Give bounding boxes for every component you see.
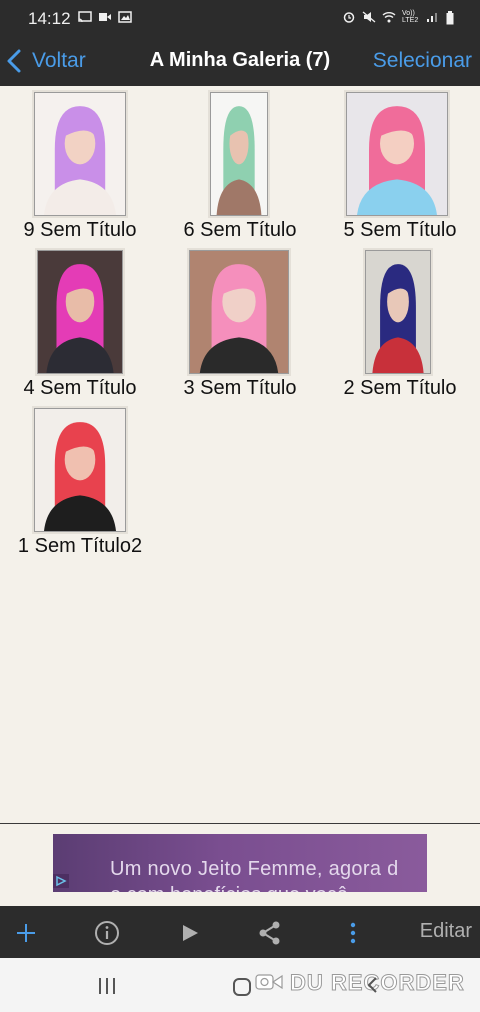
portrait-image xyxy=(35,93,125,215)
ad-banner[interactable]: Um novo Jeito Femme, agora d e com benef… xyxy=(53,834,427,892)
gallery-thumbnail[interactable] xyxy=(346,92,448,216)
portrait-image xyxy=(190,251,288,373)
share-icon xyxy=(259,921,280,945)
add-icon xyxy=(17,924,35,942)
gallery-grid: 9 Sem Título 6 Sem Título 5 Sem Título 4… xyxy=(0,86,480,823)
back-button-label: Voltar xyxy=(32,49,86,72)
signal-icon xyxy=(426,11,440,23)
gallery-thumbnail[interactable] xyxy=(365,250,431,374)
status-time: 14:12 xyxy=(28,9,71,28)
gallery-item[interactable]: 6 Sem Título xyxy=(160,86,320,244)
recent-apps-button[interactable] xyxy=(97,977,117,1000)
back-nav-button[interactable] xyxy=(363,975,383,1000)
battery-icon xyxy=(446,11,454,25)
gallery-item-title: 1 Sem Título2 xyxy=(17,535,143,557)
mute-icon xyxy=(362,11,376,23)
edit-button[interactable]: Editar xyxy=(420,920,472,943)
gallery-item-title: 2 Sem Título xyxy=(343,377,457,399)
info-icon xyxy=(95,921,119,945)
back-button[interactable]: Voltar xyxy=(4,46,86,76)
chevron-left-icon xyxy=(7,49,21,73)
divider xyxy=(0,823,480,824)
video-camera-icon xyxy=(255,974,283,990)
gallery-item-title: 5 Sem Título xyxy=(343,219,457,241)
more-vertical-icon xyxy=(350,922,356,944)
ad-text: Um novo Jeito Femme, agora d xyxy=(110,858,399,880)
gallery-item[interactable]: 5 Sem Título xyxy=(320,86,480,244)
gallery-thumbnail[interactable] xyxy=(37,250,123,374)
gallery-thumbnail[interactable] xyxy=(210,92,268,216)
portrait-image xyxy=(347,93,447,215)
play-icon xyxy=(183,925,198,941)
ad-choices-icon[interactable] xyxy=(53,874,69,888)
gallery-item[interactable]: 4 Sem Título xyxy=(0,244,160,402)
portrait-image xyxy=(38,251,122,373)
recent-apps-icon xyxy=(99,978,115,994)
gallery-item[interactable]: 1 Sem Título2 xyxy=(0,402,160,560)
video-camera-icon xyxy=(98,11,112,23)
volte-icon: Vo)) LTE2 xyxy=(402,10,419,24)
bottom-toolbar: Editar xyxy=(0,906,480,958)
share-button[interactable] xyxy=(255,918,285,948)
add-button[interactable] xyxy=(11,918,41,948)
home-icon xyxy=(233,978,251,996)
select-button[interactable]: Selecionar xyxy=(373,49,472,73)
gallery-item[interactable]: 2 Sem Título xyxy=(320,244,480,402)
more-button[interactable] xyxy=(338,918,368,948)
ad-text-secondary: e com benefícios que você xyxy=(110,884,348,892)
navigation-bar: Voltar A Minha Galeria (7) Selecionar xyxy=(0,36,480,86)
portrait-image xyxy=(211,93,267,215)
gallery-thumbnail[interactable] xyxy=(34,92,126,216)
system-navigation-bar: DU RECORDER xyxy=(0,958,480,1012)
cast-icon xyxy=(78,11,92,23)
wifi-icon xyxy=(382,11,396,23)
gallery-thumbnail[interactable] xyxy=(189,250,289,374)
status-system-icons: Vo)) LTE2 xyxy=(342,10,454,25)
gallery-item[interactable]: 3 Sem Título xyxy=(160,244,320,402)
gallery-item[interactable]: 9 Sem Título xyxy=(0,86,160,244)
play-button[interactable] xyxy=(175,918,205,948)
status-bar: 14:12 Vo)) LTE2 xyxy=(0,0,480,36)
gallery-thumbnail[interactable] xyxy=(34,408,126,532)
alarm-icon xyxy=(342,11,356,23)
back-arrow-icon xyxy=(367,977,377,993)
portrait-image xyxy=(35,409,125,531)
portrait-image xyxy=(366,251,430,373)
home-button[interactable] xyxy=(232,977,252,1002)
image-icon xyxy=(118,11,132,23)
status-notification-icons xyxy=(78,11,132,23)
info-button[interactable] xyxy=(92,918,122,948)
